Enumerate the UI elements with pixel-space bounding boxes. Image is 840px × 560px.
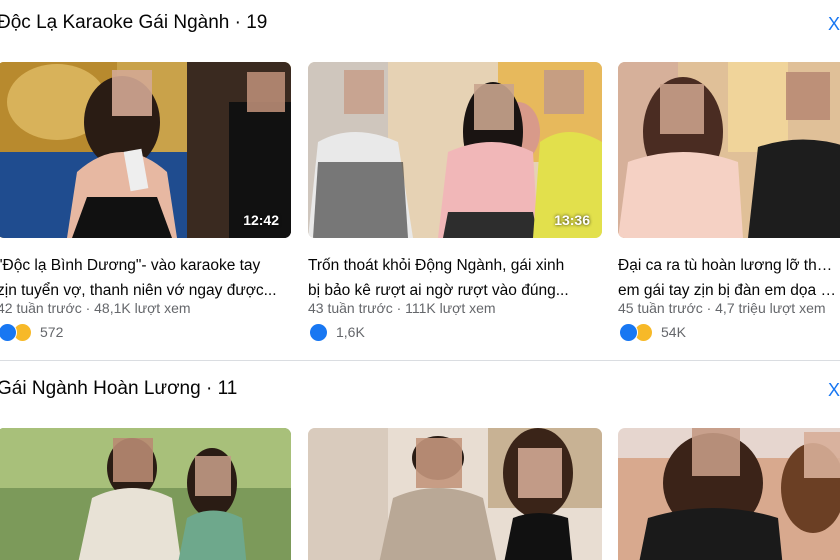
see-all-link-karaoke[interactable]: Xem: [828, 14, 840, 35]
video-title-3[interactable]: Đại ca ra tù hoàn lương lỡ thương em gái…: [618, 253, 840, 303]
video-title-1[interactable]: "Độc lạ Bình Dương"- vào karaoke tay zịn…: [0, 253, 289, 303]
video-meta-2: 43 tuần trước · 111K lượt xem: [308, 300, 496, 316]
video-thumbnail-3[interactable]: [618, 62, 840, 238]
see-all-link-hoan-luong[interactable]: Xem: [828, 380, 840, 401]
thumbnail-image-6: [618, 428, 840, 560]
like-icon: [0, 322, 17, 342]
video-thumbnail-5[interactable]: [308, 428, 602, 560]
reactions-3[interactable]: 54K: [619, 321, 686, 343]
video-duration-1: 12:42: [243, 212, 279, 228]
section-divider: [0, 360, 840, 361]
like-icon: [619, 322, 638, 342]
video-meta-1: 42 tuần trước · 48,1K lượt xem: [0, 300, 191, 316]
video-thumbnail-6[interactable]: [618, 428, 840, 560]
reactions-1[interactable]: 572: [0, 321, 63, 343]
video-title-1-line1: "Độc lạ Bình Dương"- vào karaoke tay: [0, 257, 261, 274]
video-duration-2: 13:36: [554, 212, 590, 228]
thumbnail-image-3: [618, 62, 840, 238]
video-title-2[interactable]: Trốn thoát khỏi Động Ngành, gái xinh bị …: [308, 253, 600, 303]
reaction-count-2: 1,6K: [336, 324, 365, 340]
like-icon: [309, 322, 328, 342]
video-thumbnail-2[interactable]: 13:36: [308, 62, 602, 238]
reaction-count-1: 572: [40, 324, 64, 340]
video-meta-3: 45 tuần trước · 4,7 triệu lượt xem: [618, 300, 826, 316]
reaction-count-3: 54K: [661, 324, 686, 340]
thumbnail-image-4: [0, 428, 291, 560]
section-title-hoan-luong: Gái Ngành Hoàn Lương · 11: [0, 378, 238, 399]
video-title-2-line1: Trốn thoát khỏi Động Ngành, gái xinh: [308, 257, 565, 274]
video-thumbnail-4[interactable]: [0, 428, 291, 560]
section-title-karaoke: Độc Lạ Karaoke Gái Ngành · 19: [0, 12, 268, 33]
reactions-2[interactable]: 1,6K: [309, 321, 365, 343]
video-thumbnail-1[interactable]: 12:42: [0, 62, 291, 238]
video-title-3-line1: Đại ca ra tù hoàn lương lỡ thương: [618, 257, 840, 274]
thumbnail-image-5: [308, 428, 602, 560]
